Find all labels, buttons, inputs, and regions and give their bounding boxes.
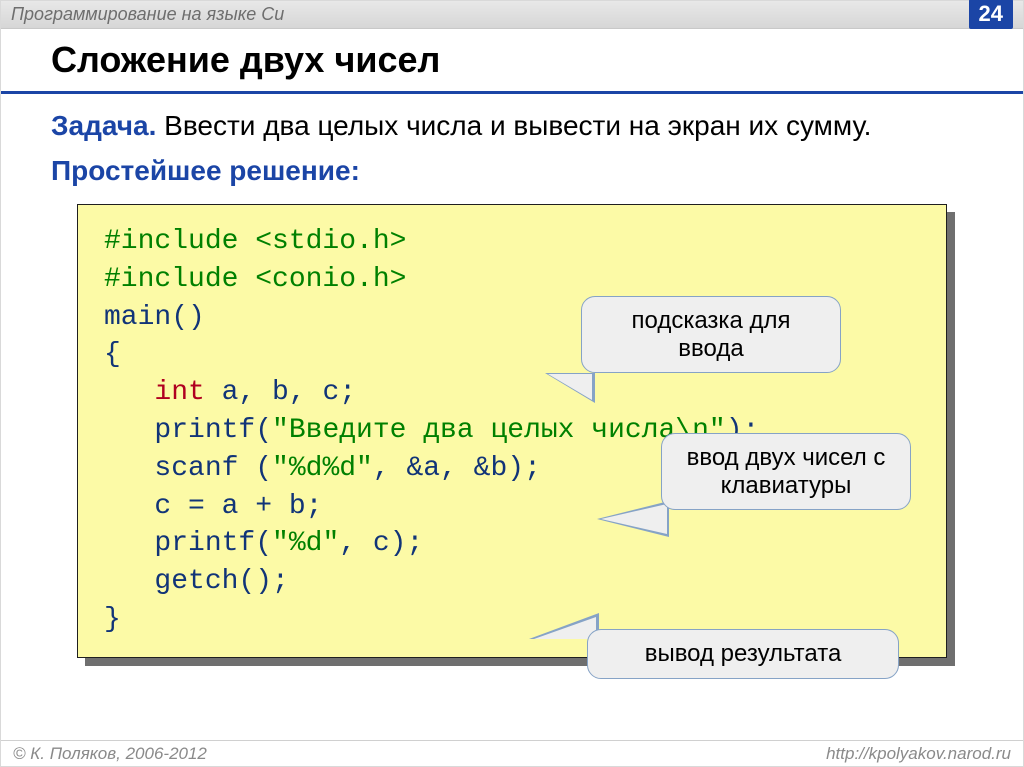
code-line-8: c = a + b; [104, 491, 322, 522]
footer: © К. Поляков, 2006-2012 http://kpolyakov… [1, 740, 1023, 766]
callout-scanf: ввод двух чисел с клавиатуры [661, 433, 911, 510]
solution-label: Простейшее решение: [51, 153, 983, 188]
code-line-9c: , c); [339, 528, 423, 559]
code-box: #include <stdio.h> #include <conio.h> ma… [77, 204, 947, 658]
footer-copyright: © К. Поляков, 2006-2012 [13, 744, 207, 764]
code-line-6b: "Введите два целых числа\n" [272, 415, 726, 446]
course-title: Программирование на языке Си [11, 4, 284, 25]
callout-1-tail [545, 373, 595, 403]
code-wrap: #include <stdio.h> #include <conio.h> ma… [77, 204, 947, 658]
content: Задача. Ввести два целых числа и вывести… [1, 94, 1023, 658]
code-line-1: #include <stdio.h> [104, 226, 406, 257]
code-line-3: main() [104, 302, 205, 333]
task-text: Ввести два целых числа и вывести на экра… [156, 110, 871, 141]
code-line-2: #include <conio.h> [104, 264, 406, 295]
slide-title: Сложение двух чисел [51, 39, 983, 81]
code-line-7b: "%d%d" [272, 453, 373, 484]
task-label: Задача. [51, 110, 156, 141]
code-line-9a: printf( [104, 528, 272, 559]
code-line-9b: "%d" [272, 528, 339, 559]
callout-output: вывод результата [587, 629, 899, 679]
code-line-5c: a, b, c; [205, 377, 356, 408]
task-block: Задача. Ввести два целых числа и вывести… [51, 108, 983, 143]
code-line-7a: scanf ( [104, 453, 272, 484]
topbar: Программирование на языке Си 24 [1, 1, 1023, 29]
callout-2-tail [597, 501, 669, 537]
code-line-11: } [104, 604, 121, 635]
code-line-10: getch(); [104, 566, 289, 597]
code-line-6a: printf( [104, 415, 272, 446]
footer-url: http://kpolyakov.narod.ru [826, 744, 1011, 764]
callout-input-prompt: подсказка для ввода [581, 296, 841, 373]
slide: Программирование на языке Си 24 Сложение… [0, 0, 1024, 767]
code-line-5a [104, 377, 154, 408]
title-row: Сложение двух чисел [1, 29, 1023, 83]
page-number: 24 [969, 0, 1013, 29]
code-line-4: { [104, 339, 121, 370]
code-line-5b: int [154, 377, 204, 408]
code-line-7c: , &a, &b); [373, 453, 541, 484]
